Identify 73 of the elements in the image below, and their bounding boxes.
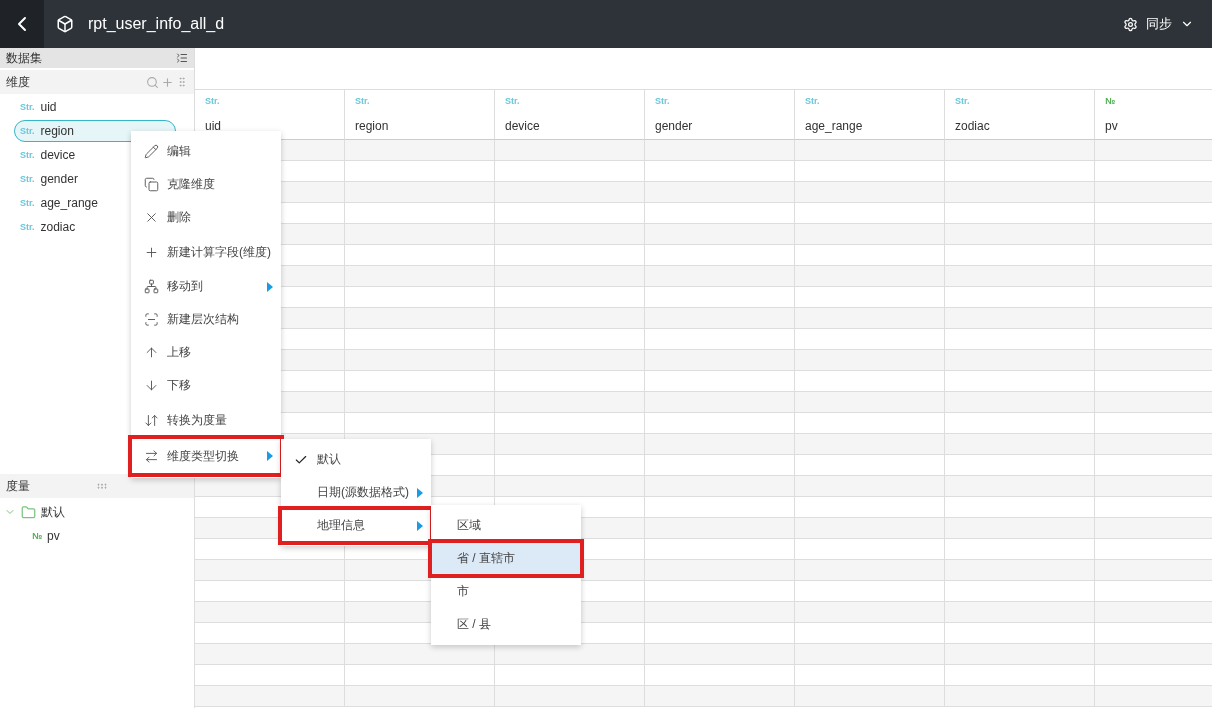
folder-name: 默认 (41, 503, 65, 521)
column-name: age_range (805, 119, 864, 133)
type-tag: Str. (205, 96, 334, 106)
field-name: region (40, 124, 74, 138)
field-name: zodiac (40, 220, 76, 234)
type-tag: Str. (655, 96, 784, 106)
collapse-icon[interactable] (176, 52, 188, 64)
menu-icon (143, 279, 159, 294)
section-title: 维度 (6, 73, 30, 91)
type-tag: № (1105, 96, 1212, 106)
menu-icon (143, 312, 159, 327)
type-tag: Str. (955, 96, 1084, 106)
type-tag: Str. (805, 96, 934, 106)
menu-item[interactable]: 新建计算字段(维度) (131, 234, 281, 270)
menu-icon (143, 144, 159, 159)
field-name: gender (40, 172, 78, 186)
menu-item[interactable]: 区域 (431, 509, 581, 542)
type-tag: Str. (20, 198, 35, 208)
menu-item[interactable]: 默认 (281, 443, 431, 476)
type-tag: Str. (20, 126, 35, 136)
type-tag: Str. (20, 174, 35, 184)
type-tag: Str. (20, 222, 35, 232)
menu-item[interactable]: 下移 (131, 369, 281, 402)
column-name: uid (205, 119, 222, 133)
column-name: device (505, 119, 541, 133)
folder-icon (21, 504, 36, 520)
grip-icon[interactable] (176, 76, 188, 88)
type-tag: Str. (355, 96, 484, 106)
menu-item[interactable]: 上移 (131, 336, 281, 369)
grip-icon[interactable] (96, 480, 108, 492)
submenu-arrow-icon (267, 281, 273, 292)
measure-item[interactable]: № pv (0, 524, 194, 548)
add-icon[interactable] (161, 75, 174, 89)
cube-icon (56, 15, 74, 33)
field-name: age_range (40, 196, 98, 210)
menu-item[interactable]: 日期(源数据格式) (281, 476, 431, 509)
menu-item[interactable]: 克隆维度 (131, 168, 281, 201)
column-name: gender (655, 119, 694, 133)
search-icon[interactable] (146, 75, 159, 89)
submenu-arrow-icon (417, 520, 423, 531)
menu-item[interactable]: 移动到 (131, 270, 281, 303)
submenu-arrow-icon (267, 451, 273, 461)
back-button[interactable] (0, 0, 44, 48)
field-name: pv (47, 529, 60, 543)
menu-item[interactable]: 市 (431, 575, 581, 608)
type-tag: Str. (20, 150, 35, 160)
dataset-title: rpt_user_info_all_d (88, 15, 225, 33)
column-name: region (355, 119, 390, 133)
dimension-item[interactable]: Str. uid (14, 96, 176, 118)
menu-item[interactable]: 新建层次结构 (131, 303, 281, 336)
section-title: 度量 (6, 477, 30, 495)
menu-icon (143, 448, 159, 464)
submenu-arrow-icon (417, 487, 423, 498)
type-tag: № (32, 531, 43, 541)
menu-icon (143, 244, 159, 260)
menu-item[interactable]: 省 / 直辖市 (431, 542, 581, 575)
menu-icon (143, 345, 159, 360)
column-name: pv (1105, 119, 1119, 133)
menu-item[interactable]: 转换为度量 (131, 402, 281, 438)
menu-icon (143, 177, 159, 192)
column-name: zodiac (955, 119, 991, 133)
field-name: device (40, 148, 76, 162)
field-name: uid (40, 100, 57, 114)
menu-item[interactable]: 区 / 县 (431, 608, 581, 641)
menu-icon (143, 378, 159, 393)
menu-item[interactable]: 删除 (131, 201, 281, 234)
menu-icon (143, 412, 159, 428)
panel-title: 数据集 (6, 49, 42, 67)
sync-button[interactable]: 同步 (1117, 14, 1200, 34)
type-tag: Str. (505, 96, 634, 106)
folder-item[interactable]: 默认 (0, 500, 194, 524)
type-tag: Str. (20, 102, 35, 112)
settings-icon (1123, 16, 1138, 32)
